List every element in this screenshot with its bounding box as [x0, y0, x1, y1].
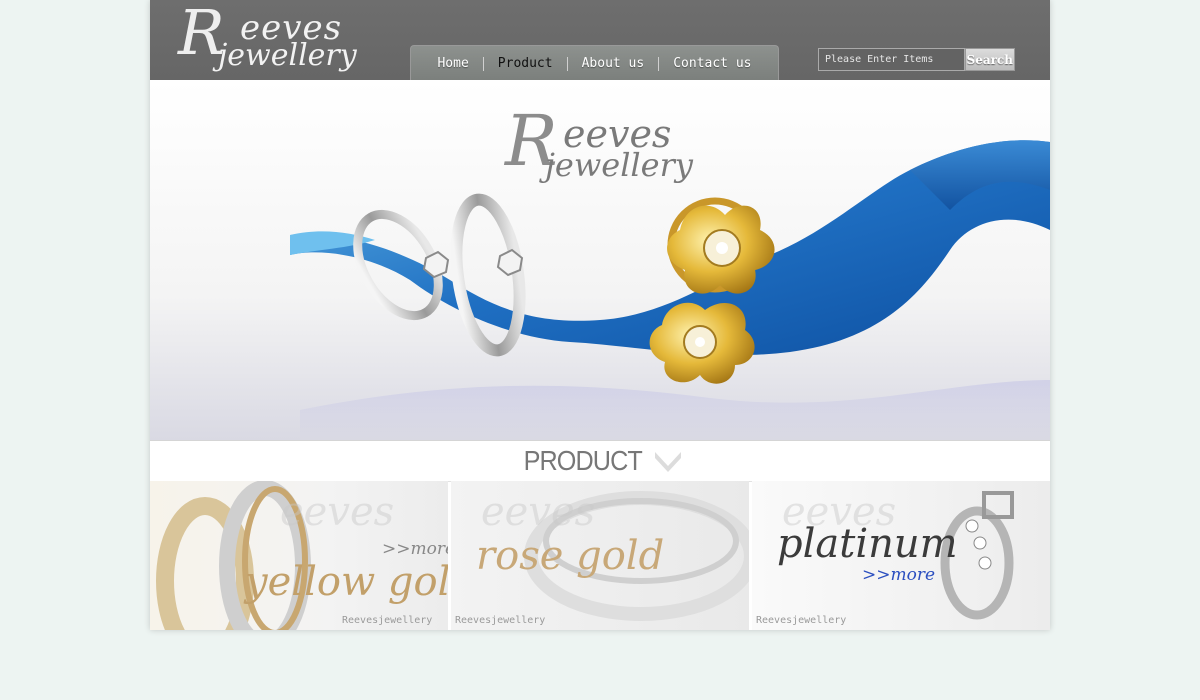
card-title: platinum [777, 521, 958, 567]
card-footer-brand: Reevesjewellery [756, 615, 847, 626]
main-nav: Home Product About us Contact us [410, 45, 779, 81]
product-section-header: PRODUCT [150, 440, 1050, 482]
logo[interactable]: R eeves jewellery [178, 2, 378, 76]
card-watermark: eeves [280, 489, 395, 535]
banner-logo: R eeves jewellery [505, 106, 725, 192]
card-footer-brand: Reevesjewellery [455, 615, 546, 626]
nav-item-contact[interactable]: Contact us [659, 56, 765, 71]
card-title: yellow gold [245, 559, 448, 605]
site-header: R eeves jewellery Home Product About us … [150, 0, 1050, 81]
section-title: PRODUCT [523, 445, 643, 476]
nav-item-product[interactable]: Product [484, 56, 567, 71]
logo-line2: jewellery [218, 38, 357, 73]
card-watermark: eeves [481, 489, 596, 535]
nav-item-home[interactable]: Home [423, 56, 482, 71]
nav-item-about[interactable]: About us [568, 56, 659, 71]
card-more-link[interactable]: >>more [382, 539, 448, 559]
chevron-down-icon [654, 452, 681, 472]
product-cards: eeves yellow gold >>more Reevesjewellery… [150, 481, 1050, 630]
product-card-rose-gold[interactable]: eeves rose gold Reevesjewellery [451, 481, 749, 630]
hero-banner: R eeves jewellery [150, 80, 1050, 440]
search-button[interactable]: Search [964, 48, 1015, 71]
product-card-yellow-gold[interactable]: eeves yellow gold >>more Reevesjewellery [150, 481, 448, 630]
search-box: Search [818, 48, 1015, 71]
card-more-link[interactable]: >>more [862, 565, 935, 585]
card-footer-brand: Reevesjewellery [342, 615, 433, 626]
page-container: R eeves jewellery Home Product About us … [150, 0, 1050, 630]
banner-logo-line2: jewellery [545, 146, 693, 184]
card-title: rose gold [476, 533, 665, 579]
search-input[interactable] [818, 48, 965, 71]
product-card-platinum[interactable]: eeves platinum >>more Reevesjewellery [752, 481, 1050, 630]
